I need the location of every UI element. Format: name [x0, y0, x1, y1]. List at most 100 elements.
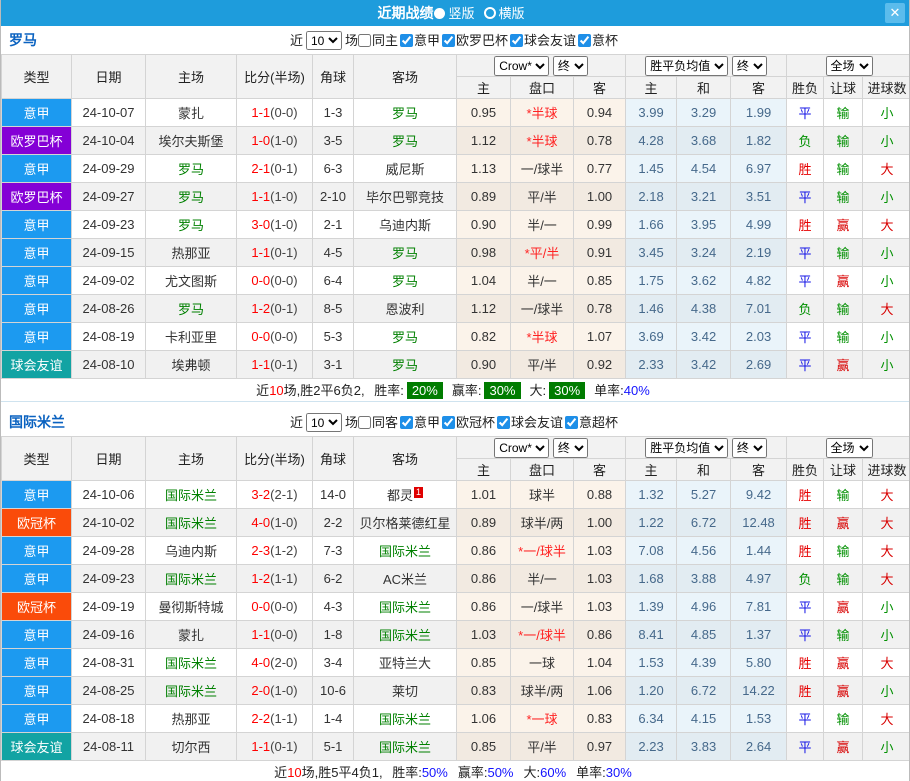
- score-cell: 2-1(0-1): [237, 155, 313, 183]
- result-goals: 小: [863, 127, 910, 155]
- league-filter-checkbox[interactable]: [578, 34, 591, 47]
- result-handicap: 赢: [824, 733, 863, 761]
- horizontal-radio-label[interactable]: 横版: [499, 6, 525, 21]
- result-winloss: 胜: [787, 509, 824, 537]
- col-handicap-result: 让球: [824, 459, 863, 481]
- score-cell: 1-1(0-1): [237, 239, 313, 267]
- league-filter-checkbox[interactable]: [510, 34, 523, 47]
- odds-stage-select[interactable]: 终: [553, 438, 588, 458]
- same-venue-filter[interactable]: 同客: [358, 415, 398, 430]
- bookmaker-select[interactable]: Crow*: [494, 56, 549, 76]
- match-row: 意甲24-08-19卡利亚里0-0(0-0)5-3罗马0.82*半球1.073.…: [2, 323, 910, 351]
- odds-away: 1.00: [574, 509, 626, 537]
- avg-select[interactable]: 胜平负均值: [645, 438, 728, 458]
- handicap-line: 一/球半: [511, 295, 574, 323]
- matches-table-roma: 类型 日期 主场 比分(半场) 角球 客场 Crow* 终 胜平负均值 终: [1, 54, 910, 379]
- league-filter[interactable]: 意甲: [400, 415, 440, 430]
- avg-stage-select[interactable]: 终: [732, 438, 767, 458]
- result-goals: 大: [863, 705, 910, 733]
- result-winloss: 平: [787, 239, 824, 267]
- league-filter-checkbox[interactable]: [442, 416, 455, 429]
- league-badge: 意甲: [2, 565, 72, 593]
- summary-stat-label: 大:: [530, 383, 547, 398]
- same-venue-filter[interactable]: 同主: [358, 33, 398, 48]
- col-home: 主场: [146, 437, 237, 481]
- odds-home: 0.86: [457, 537, 511, 565]
- league-badge: 意甲: [2, 155, 72, 183]
- handicap-line: 平/半: [511, 351, 574, 379]
- match-row: 意甲24-09-16蒙扎1-1(0-0)1-8国际米兰1.03*一/球半0.86…: [2, 621, 910, 649]
- corners-cell: 2-10: [313, 183, 354, 211]
- result-goals: 小: [863, 267, 910, 295]
- league-filter-checkbox[interactable]: [565, 416, 578, 429]
- corners-cell: 2-2: [313, 509, 354, 537]
- avg-draw: 6.72: [677, 509, 731, 537]
- games-label: 场: [345, 33, 358, 48]
- fulltime-select[interactable]: 全场: [826, 438, 873, 458]
- vertical-radio-icon[interactable]: [434, 8, 445, 19]
- games-count-select[interactable]: 10: [306, 413, 342, 432]
- col-date: 日期: [72, 55, 146, 99]
- horizontal-radio-icon[interactable]: [484, 7, 496, 19]
- result-handicap: 赢: [824, 211, 863, 239]
- section-roma: 罗马 近10场同主意甲欧罗巴杯球会友谊意杯 类型 日期 主场 比分(半场) 角球…: [1, 26, 909, 402]
- odds-stage-select[interactable]: 终: [553, 56, 588, 76]
- close-icon[interactable]: ✕: [885, 3, 905, 23]
- games-count-select[interactable]: 10: [306, 31, 342, 50]
- same-venue-filter-checkbox[interactable]: [358, 416, 371, 429]
- league-filter[interactable]: 球会友谊: [510, 33, 576, 48]
- same-venue-filter-checkbox[interactable]: [358, 34, 371, 47]
- away-team: 国际米兰: [354, 593, 457, 621]
- away-team: 罗马: [354, 127, 457, 155]
- result-goals: 大: [863, 211, 910, 239]
- match-date: 24-08-26: [72, 295, 146, 323]
- avg-away: 7.81: [731, 593, 787, 621]
- away-team: 贝尔格莱德红星: [354, 509, 457, 537]
- avg-draw: 3.29: [677, 99, 731, 127]
- col-handicap-result: 让球: [824, 77, 863, 99]
- avg-stage-select[interactable]: 终: [732, 56, 767, 76]
- home-team: 国际米兰: [146, 481, 237, 509]
- away-team: AC米兰: [354, 565, 457, 593]
- fulltime-select[interactable]: 全场: [826, 56, 873, 76]
- handicap-line: 半/一: [511, 211, 574, 239]
- vertical-radio-label[interactable]: 竖版: [448, 6, 474, 21]
- match-row: 意甲24-09-23罗马3-0(1-0)2-1乌迪内斯0.90半/一0.991.…: [2, 211, 910, 239]
- odds-away: 0.78: [574, 295, 626, 323]
- league-filter[interactable]: 意杯: [578, 33, 618, 48]
- summary-stat-value: 60%: [540, 765, 566, 780]
- result-handicap: 赢: [824, 267, 863, 295]
- score-cell: 4-0(2-0): [237, 649, 313, 677]
- summary-stat-label: 赢率:: [452, 383, 482, 398]
- league-filter[interactable]: 意超杯: [565, 415, 618, 430]
- match-row: 意甲24-08-26罗马1-2(0-1)8-5恩波利1.12一/球半0.781.…: [2, 295, 910, 323]
- away-team: 罗马: [354, 323, 457, 351]
- league-filter-checkbox[interactable]: [497, 416, 510, 429]
- odds-home: 0.98: [457, 239, 511, 267]
- league-filter[interactable]: 球会友谊: [497, 415, 563, 430]
- league-filter[interactable]: 欧罗巴杯: [442, 33, 508, 48]
- summary-games-count: 10: [287, 765, 301, 780]
- avg-home: 1.22: [626, 509, 677, 537]
- summary-stat-value: 50%: [487, 765, 513, 780]
- odds-home: 1.12: [457, 127, 511, 155]
- league-filter-checkbox[interactable]: [442, 34, 455, 47]
- summary-stat-value: 40%: [624, 383, 650, 398]
- bookmaker-select[interactable]: Crow*: [494, 438, 549, 458]
- league-filter-checkbox[interactable]: [400, 34, 413, 47]
- league-filter[interactable]: 欧冠杯: [442, 415, 495, 430]
- avg-away: 4.99: [731, 211, 787, 239]
- odds-home: 0.95: [457, 99, 511, 127]
- avg-away: 1.99: [731, 99, 787, 127]
- league-filter-checkbox[interactable]: [400, 416, 413, 429]
- table-header: 类型 日期 主场 比分(半场) 角球 客场 Crow* 终 胜平负均值 终: [2, 55, 910, 99]
- avg-select[interactable]: 胜平负均值: [645, 56, 728, 76]
- avg-home: 3.69: [626, 323, 677, 351]
- avg-away: 1.44: [731, 537, 787, 565]
- odds-home: 0.83: [457, 677, 511, 705]
- table-header: 类型 日期 主场 比分(半场) 角球 客场 Crow* 终 胜平负均值 终: [2, 437, 910, 481]
- odds-home: 0.86: [457, 593, 511, 621]
- corners-cell: 1-4: [313, 705, 354, 733]
- league-filter[interactable]: 意甲: [400, 33, 440, 48]
- avg-away: 7.01: [731, 295, 787, 323]
